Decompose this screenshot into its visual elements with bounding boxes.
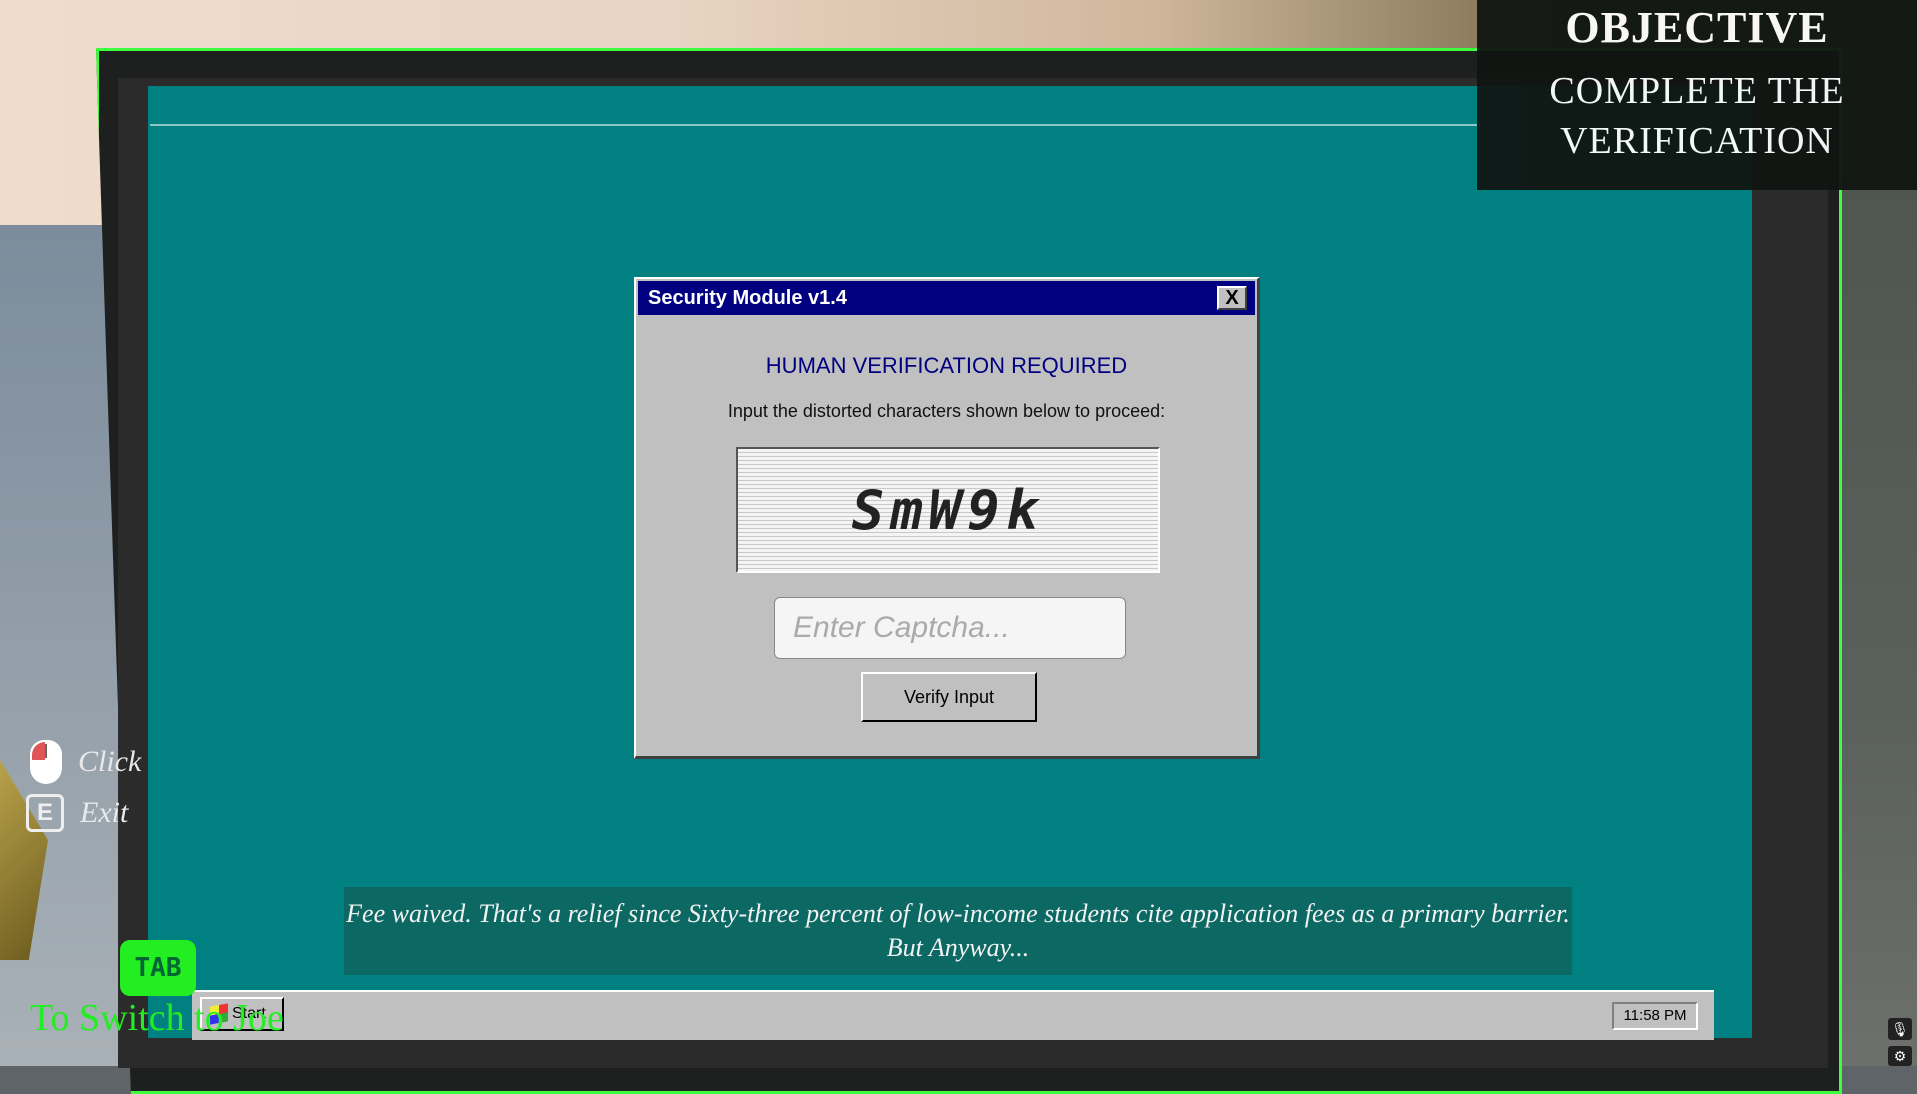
captcha-image: SmW9k — [736, 447, 1160, 573]
hint-click: Click — [30, 740, 141, 784]
captcha-text: SmW9k — [851, 478, 1045, 542]
screen-glare-line — [150, 124, 1480, 126]
hint-exit-label: Exit — [80, 796, 129, 829]
verification-instruction: Input the distorted characters shown bel… — [727, 401, 1166, 421]
objective-text: COMPLETE THE VERIFICATION — [1549, 70, 1845, 162]
tab-switch-label: To Switch to Joe — [30, 997, 284, 1039]
e-key-icon: E — [26, 794, 64, 832]
microphone-icon[interactable]: 🎙 — [1888, 1018, 1912, 1040]
tab-key-icon: TAB — [120, 940, 196, 996]
objective-title: OBJECTIVE — [1565, 3, 1829, 52]
dialogue-subtitle: Fee waived. That's a relief since Sixty-… — [344, 887, 1572, 975]
hint-click-label: Click — [78, 745, 142, 778]
objective-panel: OBJECTIVE COMPLETE THE VERIFICATION — [1477, 0, 1917, 190]
taskbar: Start 11:58 PM — [192, 990, 1714, 1040]
security-dialog: Security Module v1.4 X HUMAN VERIFICATIO… — [634, 277, 1260, 759]
mouse-icon — [30, 740, 62, 784]
verify-input-button[interactable]: Verify Input — [861, 672, 1037, 722]
settings-icon[interactable]: ⚙ — [1888, 1046, 1912, 1066]
verification-heading: HUMAN VERIFICATION REQUIRED — [765, 353, 1128, 378]
close-button[interactable]: X — [1217, 286, 1247, 310]
dialog-title: Security Module v1.4 — [648, 286, 847, 309]
taskbar-clock: 11:58 PM — [1612, 1002, 1698, 1030]
captcha-input[interactable] — [774, 597, 1126, 659]
dialog-titlebar[interactable]: Security Module v1.4 X — [638, 281, 1255, 315]
hint-exit: E Exit — [26, 794, 128, 832]
